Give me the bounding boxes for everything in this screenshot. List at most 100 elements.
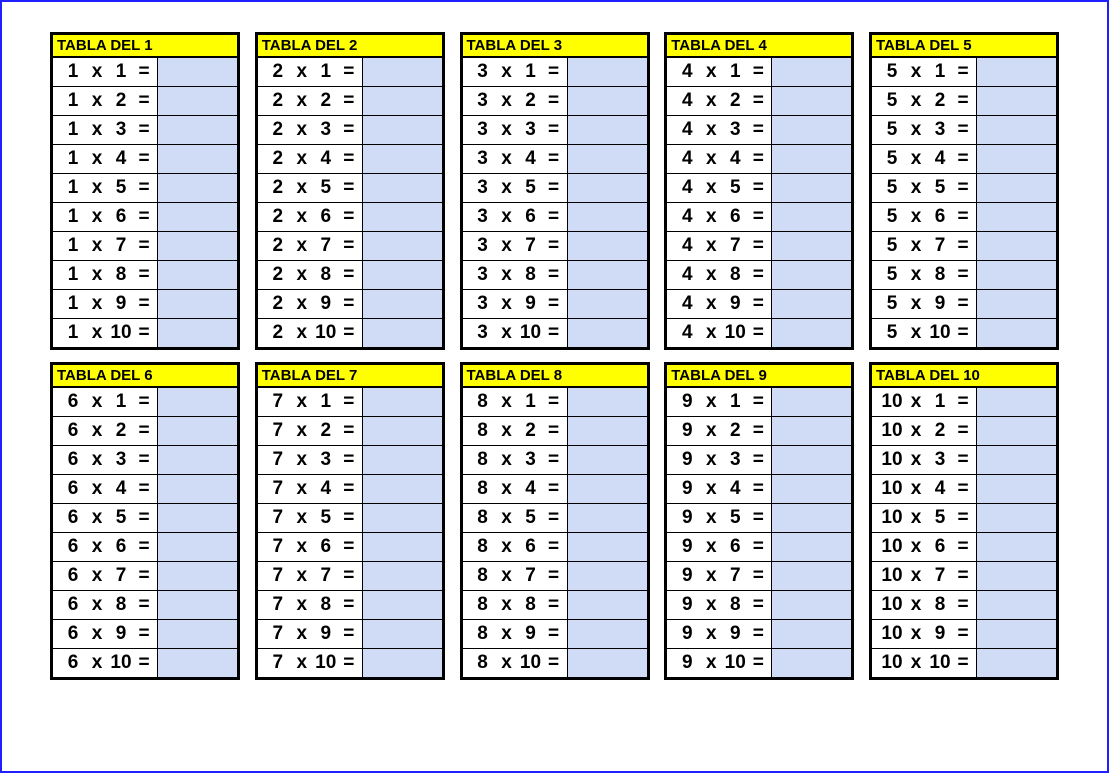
answer-blank[interactable] bbox=[362, 533, 442, 561]
answer-blank[interactable] bbox=[771, 504, 851, 532]
answer-blank[interactable] bbox=[157, 232, 237, 260]
answer-blank[interactable] bbox=[771, 388, 851, 416]
answer-blank[interactable] bbox=[157, 649, 237, 677]
answer-blank[interactable] bbox=[362, 174, 442, 202]
answer-blank[interactable] bbox=[771, 417, 851, 445]
answer-blank[interactable] bbox=[976, 591, 1056, 619]
answer-blank[interactable] bbox=[362, 475, 442, 503]
answer-blank[interactable] bbox=[567, 319, 647, 347]
answer-blank[interactable] bbox=[976, 261, 1056, 289]
answer-blank[interactable] bbox=[157, 533, 237, 561]
answer-blank[interactable] bbox=[567, 591, 647, 619]
answer-blank[interactable] bbox=[567, 58, 647, 86]
answer-blank[interactable] bbox=[362, 58, 442, 86]
answer-blank[interactable] bbox=[771, 620, 851, 648]
answer-blank[interactable] bbox=[157, 145, 237, 173]
answer-blank[interactable] bbox=[771, 591, 851, 619]
answer-blank[interactable] bbox=[157, 290, 237, 318]
answer-blank[interactable] bbox=[567, 620, 647, 648]
answer-blank[interactable] bbox=[771, 290, 851, 318]
answer-blank[interactable] bbox=[157, 475, 237, 503]
answer-blank[interactable] bbox=[567, 562, 647, 590]
answer-blank[interactable] bbox=[157, 203, 237, 231]
answer-blank[interactable] bbox=[157, 388, 237, 416]
answer-blank[interactable] bbox=[771, 145, 851, 173]
answer-blank[interactable] bbox=[362, 591, 442, 619]
answer-blank[interactable] bbox=[976, 417, 1056, 445]
answer-blank[interactable] bbox=[976, 290, 1056, 318]
answer-blank[interactable] bbox=[362, 562, 442, 590]
answer-blank[interactable] bbox=[362, 649, 442, 677]
answer-blank[interactable] bbox=[567, 649, 647, 677]
answer-blank[interactable] bbox=[157, 58, 237, 86]
answer-blank[interactable] bbox=[771, 649, 851, 677]
answer-blank[interactable] bbox=[567, 174, 647, 202]
answer-blank[interactable] bbox=[771, 58, 851, 86]
answer-blank[interactable] bbox=[976, 58, 1056, 86]
answer-blank[interactable] bbox=[976, 620, 1056, 648]
answer-blank[interactable] bbox=[362, 417, 442, 445]
answer-blank[interactable] bbox=[362, 232, 442, 260]
answer-blank[interactable] bbox=[771, 475, 851, 503]
answer-blank[interactable] bbox=[976, 504, 1056, 532]
answer-blank[interactable] bbox=[771, 446, 851, 474]
answer-blank[interactable] bbox=[976, 319, 1056, 347]
answer-blank[interactable] bbox=[362, 87, 442, 115]
answer-blank[interactable] bbox=[362, 290, 442, 318]
answer-blank[interactable] bbox=[567, 203, 647, 231]
answer-blank[interactable] bbox=[157, 261, 237, 289]
answer-blank[interactable] bbox=[771, 232, 851, 260]
answer-blank[interactable] bbox=[567, 417, 647, 445]
answer-blank[interactable] bbox=[362, 319, 442, 347]
answer-blank[interactable] bbox=[567, 388, 647, 416]
answer-blank[interactable] bbox=[157, 504, 237, 532]
answer-blank[interactable] bbox=[362, 203, 442, 231]
answer-blank[interactable] bbox=[567, 116, 647, 144]
answer-blank[interactable] bbox=[771, 116, 851, 144]
answer-blank[interactable] bbox=[157, 591, 237, 619]
answer-blank[interactable] bbox=[567, 446, 647, 474]
answer-blank[interactable] bbox=[976, 446, 1056, 474]
answer-blank[interactable] bbox=[157, 446, 237, 474]
answer-blank[interactable] bbox=[567, 145, 647, 173]
answer-blank[interactable] bbox=[976, 174, 1056, 202]
answer-blank[interactable] bbox=[771, 203, 851, 231]
answer-blank[interactable] bbox=[976, 232, 1056, 260]
answer-blank[interactable] bbox=[567, 87, 647, 115]
answer-blank[interactable] bbox=[157, 417, 237, 445]
answer-blank[interactable] bbox=[362, 388, 442, 416]
answer-blank[interactable] bbox=[567, 232, 647, 260]
answer-blank[interactable] bbox=[771, 533, 851, 561]
answer-blank[interactable] bbox=[976, 649, 1056, 677]
answer-blank[interactable] bbox=[362, 145, 442, 173]
answer-blank[interactable] bbox=[567, 261, 647, 289]
answer-blank[interactable] bbox=[362, 620, 442, 648]
answer-blank[interactable] bbox=[567, 504, 647, 532]
answer-blank[interactable] bbox=[976, 562, 1056, 590]
answer-blank[interactable] bbox=[771, 319, 851, 347]
answer-blank[interactable] bbox=[567, 533, 647, 561]
answer-blank[interactable] bbox=[157, 562, 237, 590]
answer-blank[interactable] bbox=[157, 116, 237, 144]
answer-blank[interactable] bbox=[976, 475, 1056, 503]
answer-blank[interactable] bbox=[157, 319, 237, 347]
answer-blank[interactable] bbox=[157, 87, 237, 115]
answer-blank[interactable] bbox=[771, 562, 851, 590]
answer-blank[interactable] bbox=[157, 174, 237, 202]
answer-blank[interactable] bbox=[771, 87, 851, 115]
answer-blank[interactable] bbox=[362, 504, 442, 532]
answer-blank[interactable] bbox=[976, 87, 1056, 115]
answer-blank[interactable] bbox=[157, 620, 237, 648]
answer-blank[interactable] bbox=[771, 261, 851, 289]
answer-blank[interactable] bbox=[976, 388, 1056, 416]
answer-blank[interactable] bbox=[771, 174, 851, 202]
answer-blank[interactable] bbox=[567, 475, 647, 503]
answer-blank[interactable] bbox=[362, 116, 442, 144]
answer-blank[interactable] bbox=[567, 290, 647, 318]
answer-blank[interactable] bbox=[976, 203, 1056, 231]
answer-blank[interactable] bbox=[362, 446, 442, 474]
answer-blank[interactable] bbox=[976, 533, 1056, 561]
answer-blank[interactable] bbox=[976, 145, 1056, 173]
answer-blank[interactable] bbox=[362, 261, 442, 289]
answer-blank[interactable] bbox=[976, 116, 1056, 144]
